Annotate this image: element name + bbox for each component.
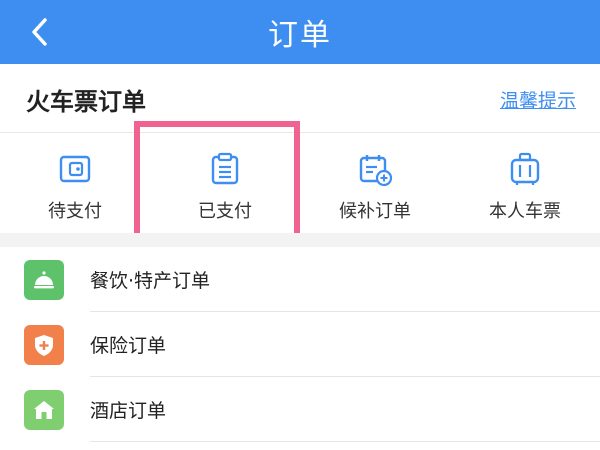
section-title: 火车票订单 bbox=[26, 88, 146, 116]
luggage-icon bbox=[510, 152, 540, 185]
wallet-icon bbox=[59, 155, 91, 183]
quick-action-label: 已支付 bbox=[198, 201, 252, 222]
pending-payment-button[interactable]: 待支付 bbox=[0, 133, 150, 233]
clipboard-icon bbox=[211, 152, 239, 185]
list-item-insurance[interactable]: 保险订单 bbox=[0, 312, 600, 377]
list-item-label: 保险订单 bbox=[90, 335, 167, 357]
list-item-label: 餐饮·特产订单 bbox=[90, 270, 211, 292]
tips-link[interactable]: 温馨提示 bbox=[500, 86, 576, 113]
app-header: 订单 bbox=[0, 0, 600, 64]
chevron-left-icon bbox=[32, 18, 47, 46]
calendar-add-icon bbox=[359, 155, 393, 187]
back-button[interactable] bbox=[18, 10, 62, 54]
my-tickets-button[interactable]: 本人车票 bbox=[450, 133, 600, 233]
hotel-icon bbox=[24, 389, 64, 430]
divider bbox=[90, 441, 600, 442]
quick-action-label: 候补订单 bbox=[339, 201, 411, 222]
paid-button[interactable]: 已支付 bbox=[150, 133, 300, 233]
order-list: 餐饮·特产订单 保险订单 酒店订单 bbox=[0, 247, 600, 450]
list-item-hotel[interactable]: 酒店订单 bbox=[0, 377, 600, 442]
section-gap bbox=[0, 233, 600, 247]
list-item-food-specialty[interactable]: 餐饮·特产订单 bbox=[0, 247, 600, 312]
list-item-label: 酒店订单 bbox=[90, 400, 167, 422]
waitlist-order-button[interactable]: 候补订单 bbox=[300, 133, 450, 233]
page-title: 订单 bbox=[268, 18, 332, 53]
quick-action-label: 本人车票 bbox=[489, 201, 561, 222]
train-order-section-header: 火车票订单 温馨提示 bbox=[0, 64, 600, 133]
service-bell-icon bbox=[24, 259, 64, 300]
quick-action-label: 待支付 bbox=[48, 201, 102, 222]
quick-actions: 待支付 已支付 候补订单 本人车票 bbox=[0, 133, 600, 233]
shield-plus-icon bbox=[24, 324, 64, 365]
